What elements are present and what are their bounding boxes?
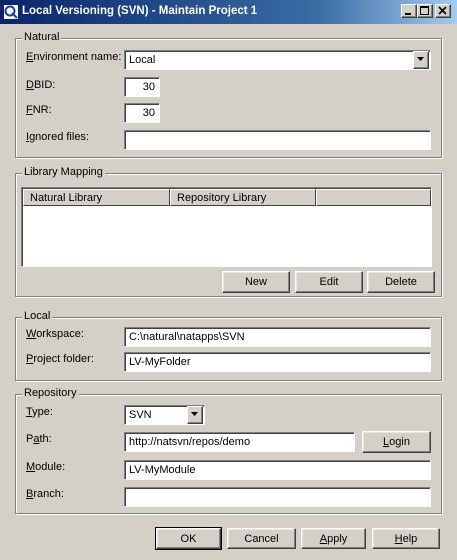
branch-field[interactable] — [124, 487, 431, 507]
dbid-value: 30 — [142, 81, 155, 93]
column-header-label: Natural Library — [30, 192, 103, 204]
ok-button[interactable]: OK — [155, 527, 222, 550]
chevron-down-icon — [191, 412, 198, 416]
apply-button[interactable]: Apply — [301, 528, 366, 549]
app-icon[interactable] — [3, 4, 19, 20]
minimize-icon — [405, 13, 411, 15]
path-label: Path: — [26, 433, 52, 445]
type-dropdown-button[interactable] — [187, 406, 203, 424]
project-folder-field[interactable]: LV-MyFolder — [124, 352, 431, 372]
library-mapping-list[interactable]: Natural Library Repository Library — [21, 187, 432, 267]
login-label: ogin — [389, 436, 410, 448]
branch-label: Branch: — [26, 488, 64, 500]
ignored-files-label: Ignored files: — [26, 131, 89, 143]
cancel-button[interactable]: Cancel — [227, 528, 296, 549]
environment-name-label: Environment name: — [26, 51, 122, 63]
local-legend: Local — [22, 310, 53, 322]
help-button[interactable]: Help — [372, 528, 440, 549]
column-header-natural-library[interactable]: Natural Library — [23, 189, 170, 206]
fnr-field[interactable]: 30 — [124, 103, 160, 123]
column-header-label: Repository Library — [177, 192, 267, 204]
login-button[interactable]: Login — [362, 431, 431, 453]
apply-label: pply — [327, 533, 348, 545]
fnr-label: FNR: — [26, 104, 52, 116]
dbid-field[interactable]: 30 — [124, 77, 160, 97]
path-value: http://natsvn/repos/demo — [129, 436, 251, 448]
module-label: Module: — [26, 461, 66, 473]
path-field[interactable]: http://natsvn/repos/demo — [124, 432, 355, 452]
delete-button[interactable]: Delete — [367, 271, 435, 293]
repository-legend: Repository — [22, 387, 79, 399]
help-mnemonic: H — [394, 533, 403, 545]
library-mapping-legend: Library Mapping — [22, 166, 105, 178]
project-folder-value: LV-MyFolder — [129, 356, 191, 368]
column-header-empty[interactable] — [316, 189, 431, 206]
type-label: Type: — [26, 406, 53, 418]
window-title: Local Versioning (SVN) - Maintain Projec… — [22, 5, 258, 17]
module-value: LV-MyModule — [129, 464, 196, 476]
environment-name-value: Local — [129, 54, 156, 66]
edit-button[interactable]: Edit — [295, 271, 363, 293]
help-label: elp — [402, 533, 418, 545]
workspace-value: C:\natural\natapps\SVN — [129, 331, 245, 343]
new-button[interactable]: New — [222, 271, 290, 293]
environment-dropdown-button[interactable] — [413, 51, 429, 69]
natural-legend: Natural — [22, 31, 62, 43]
workspace-label: Workspace: — [26, 328, 84, 340]
environment-name-combo[interactable]: Local — [124, 50, 431, 70]
close-button[interactable] — [435, 4, 451, 18]
workspace-field[interactable]: C:\natural\natapps\SVN — [124, 327, 431, 347]
maximize-button[interactable] — [417, 4, 433, 18]
chevron-down-icon — [417, 57, 424, 61]
ignored-files-field[interactable] — [124, 130, 431, 150]
title-bar[interactable]: Local Versioning (SVN) - Maintain Projec… — [0, 0, 457, 24]
type-value: SVN — [129, 409, 152, 421]
apply-mnemonic: A — [319, 533, 328, 545]
minimize-button[interactable] — [401, 4, 417, 18]
dbid-label: DBID: — [26, 79, 56, 91]
project-folder-label: Project folder: — [26, 353, 94, 365]
module-field[interactable]: LV-MyModule — [124, 460, 431, 480]
close-icon — [438, 6, 447, 15]
maximize-icon — [420, 6, 429, 15]
column-header-repository-library[interactable]: Repository Library — [170, 189, 316, 206]
fnr-value: 30 — [142, 107, 155, 119]
